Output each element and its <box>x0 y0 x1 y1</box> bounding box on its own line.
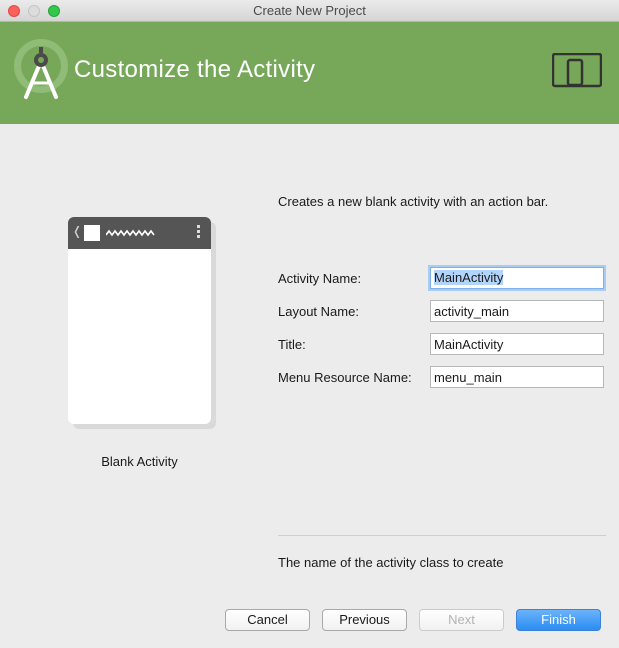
activity-template-preview: ❬ <box>68 217 211 424</box>
activity-name-input[interactable]: MainActivity <box>430 267 604 289</box>
next-button[interactable]: Next <box>419 609 504 631</box>
title-label: Title: <box>278 337 306 352</box>
field-help-text: The name of the activity class to create <box>278 555 504 570</box>
window-titlebar: Create New Project <box>0 0 619 22</box>
page-title: Customize the Activity <box>74 56 316 83</box>
android-studio-logo-icon <box>14 39 68 99</box>
menu-resource-name-label: Menu Resource Name: <box>278 370 412 385</box>
preview-action-bar: ❬ <box>68 217 211 249</box>
menu-resource-name-input[interactable] <box>430 366 604 388</box>
template-description: Creates a new blank activity with an act… <box>278 194 549 209</box>
app-icon-placeholder <box>84 225 100 241</box>
back-chevron-icon: ❬ <box>72 224 83 238</box>
layout-name-label: Layout Name: <box>278 304 359 319</box>
title-placeholder-icon <box>106 229 155 237</box>
activity-name-label: Activity Name: <box>278 271 362 286</box>
previous-button[interactable]: Previous <box>322 609 407 631</box>
template-name: Blank Activity <box>101 454 178 469</box>
cancel-button[interactable]: Cancel <box>225 609 310 631</box>
layout-name-input[interactable] <box>430 300 604 322</box>
window-title: Create New Project <box>253 3 366 18</box>
title-input[interactable] <box>430 333 604 355</box>
overflow-menu-icon <box>197 225 200 240</box>
wizard-header: Customize the Activity <box>0 22 619 124</box>
phone-tablet-icon <box>552 53 602 88</box>
finish-button[interactable]: Finish <box>516 609 601 631</box>
help-divider <box>278 535 606 536</box>
